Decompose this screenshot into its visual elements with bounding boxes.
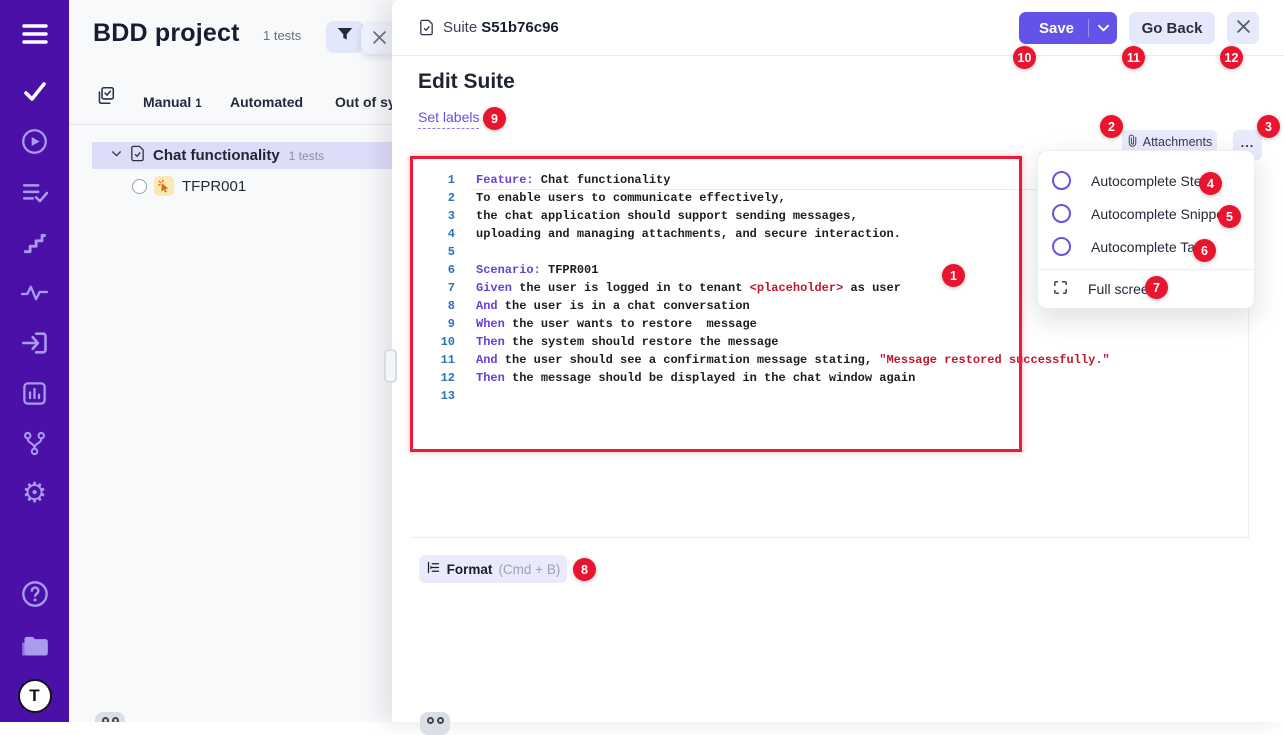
annotation-highlight-box <box>410 156 1022 452</box>
annotation-badge: 7 <box>1145 276 1168 299</box>
analytics-icon[interactable] <box>0 380 69 407</box>
save-button[interactable]: Save <box>1019 12 1117 44</box>
overlay-header: SuiteS51b76c96 Save Go Back <box>392 0 1284 56</box>
filter-button[interactable] <box>326 21 364 53</box>
radio-icon[interactable] <box>132 179 147 194</box>
file-check-icon <box>130 145 145 167</box>
click-test-icon <box>154 176 174 196</box>
sidebar-rail: ⚙ T <box>0 0 69 722</box>
clipped-pill <box>95 712 125 722</box>
pulse-icon[interactable] <box>0 281 69 305</box>
tab-automated[interactable]: Automated <box>230 94 303 110</box>
annotation-badge: 12 <box>1220 46 1243 69</box>
panel-close-button[interactable] <box>361 24 392 54</box>
caret-down-icon[interactable] <box>1089 24 1117 32</box>
page-title: Edit Suite <box>418 70 515 94</box>
radio-icon[interactable] <box>1052 171 1071 190</box>
tab-manual[interactable]: Manual1 <box>143 94 202 110</box>
branch-icon[interactable] <box>0 430 69 457</box>
annotation-badge: 1 <box>942 264 965 287</box>
test-runs-icon[interactable] <box>0 181 69 205</box>
annotation-badge: 5 <box>1218 205 1241 228</box>
annotation-badge: 3 <box>1257 115 1280 138</box>
import-icon[interactable] <box>0 329 69 357</box>
steps-icon[interactable] <box>0 230 69 256</box>
annotation-badge: 2 <box>1100 115 1123 138</box>
edit-suite-overlay: SuiteS51b76c96 Save Go Back Edit Suite S… <box>392 0 1284 722</box>
close-icon <box>373 31 386 47</box>
indent-icon <box>426 560 441 578</box>
tabs-divider <box>69 124 392 125</box>
overlay-close-button[interactable] <box>1227 12 1259 44</box>
close-icon <box>1237 20 1250 36</box>
check-icon[interactable] <box>0 80 69 104</box>
tests-panel: BDD project 1 tests Manual1 Automated Ou… <box>69 0 392 722</box>
go-back-button[interactable]: Go Back <box>1129 12 1215 44</box>
set-labels-link[interactable]: Set labels <box>418 109 479 129</box>
annotation-badge: 9 <box>483 107 506 130</box>
help-icon[interactable] <box>0 580 69 608</box>
annotation-badge: 4 <box>1199 172 1222 195</box>
docs-icon[interactable] <box>0 632 69 658</box>
fullscreen-icon <box>1052 279 1069 299</box>
annotation-badge: 8 <box>573 558 596 581</box>
test-name: TFPR001 <box>182 178 246 195</box>
menu-item-autocomplete-tags[interactable]: Autocomplete Tags <box>1038 230 1254 263</box>
suite-tests-count: 1 tests <box>289 149 324 163</box>
tree-row-test[interactable]: TFPR001 <box>92 172 392 200</box>
annotation-badge: 11 <box>1122 46 1145 69</box>
suite-breadcrumb: SuiteS51b76c96 <box>443 19 559 36</box>
annotation-badge: 6 <box>1193 239 1216 262</box>
menu-icon[interactable] <box>0 22 69 46</box>
paperclip-icon <box>1127 134 1138 150</box>
play-circle-icon[interactable] <box>0 128 69 155</box>
suite-id: S51b76c96 <box>481 19 559 36</box>
select-all-icon[interactable] <box>96 86 115 110</box>
chevron-down-icon[interactable] <box>110 147 123 165</box>
annotation-badge: 10 <box>1013 46 1036 69</box>
project-title: BDD project <box>93 19 240 48</box>
suite-name: Chat functionality <box>153 147 280 164</box>
filter-icon <box>337 27 353 47</box>
radio-icon[interactable] <box>1052 237 1071 256</box>
format-button[interactable]: Format (Cmd + B) <box>419 555 567 583</box>
panel-resize-handle[interactable] <box>384 349 397 383</box>
tab-out-of-sync[interactable]: Out of sy <box>335 94 392 110</box>
settings-icon[interactable]: ⚙ <box>0 479 69 507</box>
clipped-pill <box>420 712 450 735</box>
file-check-icon <box>419 19 434 41</box>
tree-row-suite[interactable]: Chat functionality 1 tests <box>92 142 392 169</box>
app-logo[interactable]: T <box>0 679 69 713</box>
project-tests-count: 1 tests <box>263 28 301 43</box>
radio-icon[interactable] <box>1052 204 1071 223</box>
